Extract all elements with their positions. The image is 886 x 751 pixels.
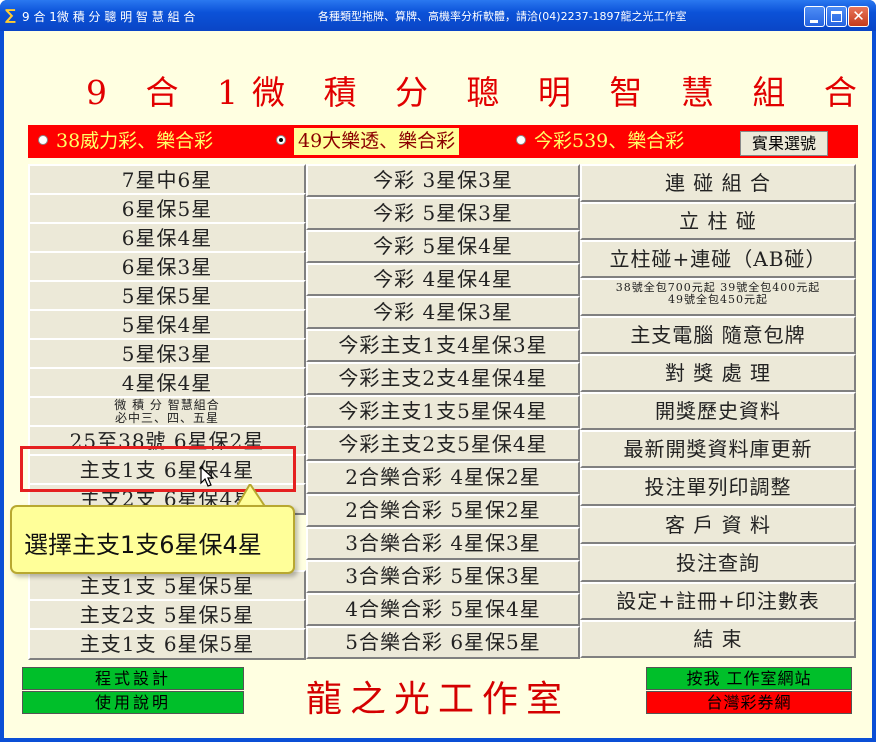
btn-calculus-smart-combo[interactable]: 微 積 分 智慧組合 必中三、四、五星	[28, 396, 306, 428]
btn-539-4-guarantee-3[interactable]: 今彩 4星保3星	[306, 296, 580, 329]
close-icon: ✕	[852, 7, 865, 25]
window-title: 9 合 1微 積 分 聰 明 智 慧 組 合	[22, 10, 196, 24]
btn-full-package-pricing[interactable]: 38號全包700元起 39號全包400元起 49號全包450元起	[580, 278, 856, 316]
btn-2combo-5-guarantee-2[interactable]: 2合樂合彩 5星保2星	[306, 494, 580, 527]
btn-key1-6-guarantee-5[interactable]: 主支1支 6星保5星	[28, 628, 306, 660]
btn-print-adjust[interactable]: 投注單列印調整	[580, 468, 856, 506]
mouse-cursor-icon	[200, 466, 214, 487]
sigma-app-icon: ∑	[5, 6, 16, 24]
btn-2combo-4-guarantee-2[interactable]: 2合樂合彩 4星保2星	[306, 461, 580, 494]
tab-539-lotto[interactable]: 今彩539、樂合彩	[516, 128, 684, 155]
btn-line2: 必中三、四、五星	[114, 411, 219, 425]
maximize-button[interactable]	[826, 6, 847, 27]
btn-pillar-plus-consecutive[interactable]: 立柱碰+連碰（AB碰）	[580, 240, 856, 278]
btn-5combo-6-guarantee-5[interactable]: 5合樂合彩 6星保5星	[306, 626, 580, 659]
program-design-button[interactable]: 程式設計	[22, 667, 244, 690]
minimize-icon	[810, 20, 818, 23]
btn-5-guarantee-4[interactable]: 5星保4星	[28, 309, 306, 341]
btn-6-guarantee-4[interactable]: 6星保4星	[28, 222, 306, 254]
btn-update-database[interactable]: 最新開獎資料庫更新	[580, 430, 856, 468]
btn-5-guarantee-3[interactable]: 5星保3星	[28, 338, 306, 370]
btn-3combo-4-guarantee-3[interactable]: 3合樂合彩 4星保3星	[306, 527, 580, 560]
btn-bet-query[interactable]: 投注查詢	[580, 544, 856, 582]
btn-line2: 49號全包450元起	[668, 293, 768, 306]
close-button[interactable]: ✕	[848, 6, 869, 27]
tab-49-big-lotto[interactable]: 49大樂透、樂合彩	[276, 128, 460, 155]
btn-4combo-5-guarantee-4[interactable]: 4合樂合彩 5星保4星	[306, 593, 580, 626]
tab-38-power-lotto[interactable]: 38威力彩、樂合彩	[38, 128, 213, 155]
studio-name: 龍之光工作室	[306, 679, 571, 720]
btn-539-key1-4-guarantee-3[interactable]: 今彩主支1支4星保3星	[306, 329, 580, 362]
btn-539-key1-5-guarantee-4[interactable]: 今彩主支1支5星保4星	[306, 395, 580, 428]
manual-button[interactable]: 使用說明	[22, 691, 244, 714]
btn-pillar-combo[interactable]: 立 柱 碰	[580, 202, 856, 240]
radio-selected-icon[interactable]	[276, 135, 286, 145]
callout-text: 選擇主支1支6星保4星	[24, 531, 262, 559]
btn-6-guarantee-3[interactable]: 6星保3星	[28, 251, 306, 283]
btn-5-guarantee-5[interactable]: 5星保5星	[28, 280, 306, 312]
btn-key-computer-random[interactable]: 主支電腦 隨意包牌	[580, 316, 856, 354]
lottery-type-bar: 38威力彩、樂合彩 49大樂透、樂合彩 今彩539、樂合彩	[28, 125, 858, 158]
btn-prize-check[interactable]: 對 獎 處 理	[580, 354, 856, 392]
tutorial-callout: 選擇主支1支6星保4星	[10, 505, 295, 574]
bingo-pick-button[interactable]: 賓果選號	[740, 131, 828, 156]
btn-key2-5-guarantee-5[interactable]: 主支2支 5星保5星	[28, 599, 306, 631]
btn-7-of-6[interactable]: 7星中6星	[28, 164, 306, 196]
tab-label: 49大樂透、樂合彩	[294, 128, 460, 155]
btn-539-key2-4-guarantee-4[interactable]: 今彩主支2支4星保4星	[306, 362, 580, 395]
btn-6-guarantee-5[interactable]: 6星保5星	[28, 193, 306, 225]
btn-539-5-guarantee-4[interactable]: 今彩 5星保4星	[306, 230, 580, 263]
btn-exit[interactable]: 結 束	[580, 620, 856, 658]
title-ad-text: 各種類型拖牌、算牌、高機率分析軟體，請洽(04)2237-1897龍之光工作室	[318, 10, 687, 23]
btn-4-guarantee-4[interactable]: 4星保4星	[28, 367, 306, 399]
btn-3combo-5-guarantee-3[interactable]: 3合樂合彩 5星保3星	[306, 560, 580, 593]
btn-539-5-guarantee-3[interactable]: 今彩 5星保3星	[306, 197, 580, 230]
btn-settings-register[interactable]: 設定+註冊+印注數表	[580, 582, 856, 620]
tab-label: 38威力彩、樂合彩	[56, 130, 214, 152]
btn-539-key2-5-guarantee-4[interactable]: 今彩主支2支5星保4星	[306, 428, 580, 461]
btn-539-4-guarantee-4[interactable]: 今彩 4星保4星	[306, 263, 580, 296]
studio-website-button[interactable]: 按我 工作室網站	[646, 667, 852, 690]
radio-icon[interactable]	[38, 135, 48, 145]
taiwan-lottery-button[interactable]: 台灣彩券網	[646, 691, 852, 714]
tab-label: 今彩539、樂合彩	[534, 130, 685, 152]
btn-customer-data[interactable]: 客 戶 資 料	[580, 506, 856, 544]
btn-539-3-guarantee-3[interactable]: 今彩 3星保3星	[306, 164, 580, 197]
title-bar[interactable]: ∑ 9 合 1微 積 分 聰 明 智 慧 組 合 各種類型拖牌、算牌、高機率分析…	[0, 0, 876, 31]
btn-key1-5-guarantee-5[interactable]: 主支1支 5星保5星	[28, 570, 306, 602]
btn-draw-history[interactable]: 開獎歷史資料	[580, 392, 856, 430]
minimize-button[interactable]	[804, 6, 825, 27]
maximize-icon	[831, 11, 842, 22]
main-title: 9 合 1微 積 分 聰 明 智 慧 組 合	[86, 73, 871, 112]
btn-consecutive-combo[interactable]: 連 碰 組 合	[580, 164, 856, 202]
radio-icon[interactable]	[516, 135, 526, 145]
